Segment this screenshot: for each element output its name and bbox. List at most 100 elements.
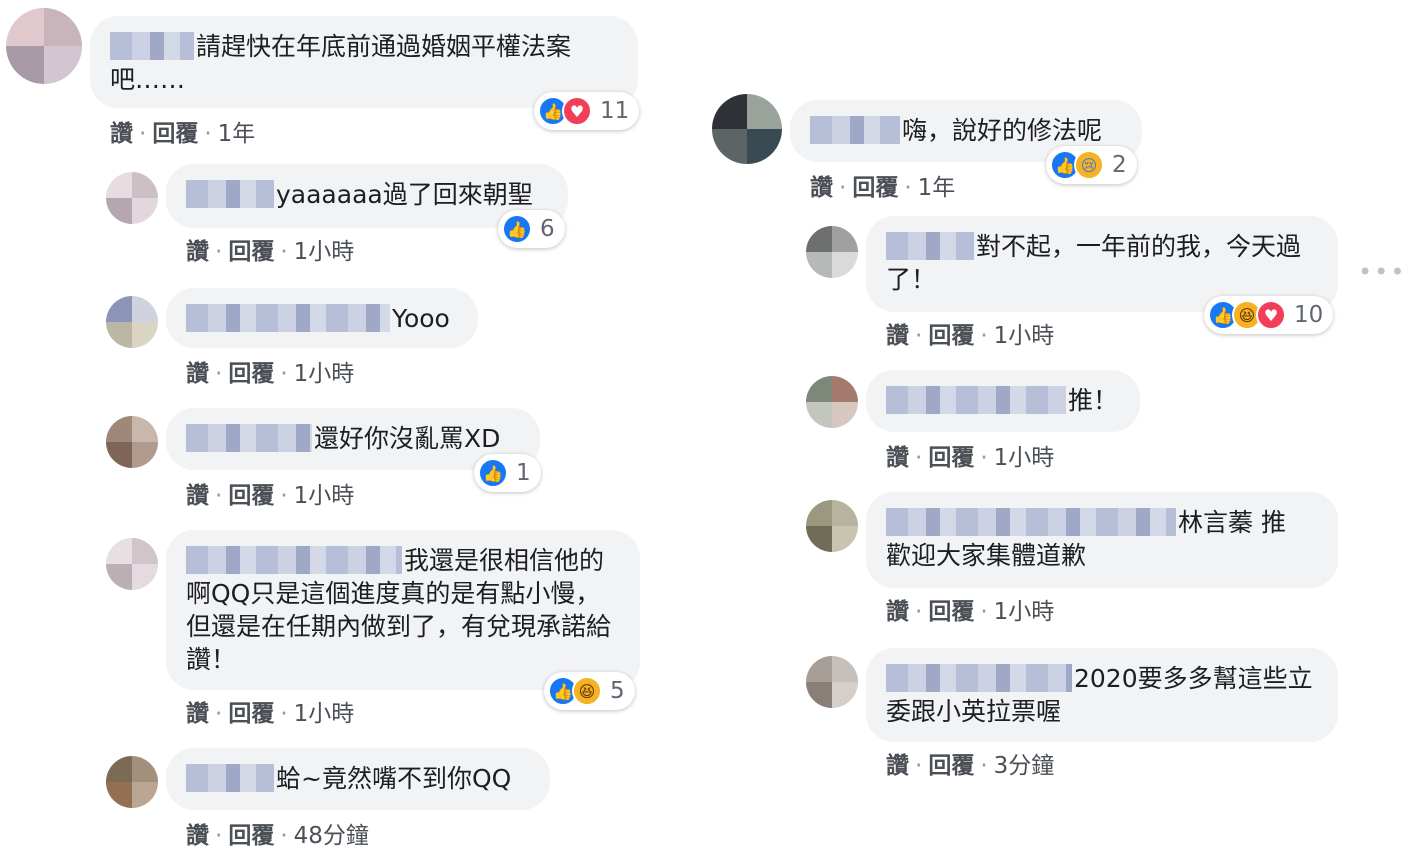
like-icon: 👍 <box>478 458 508 488</box>
like-link[interactable]: 讚 <box>886 445 909 471</box>
timestamp[interactable]: 1小時 <box>294 361 355 387</box>
like-link[interactable]: 讚 <box>186 361 209 387</box>
love-icon: ♥ <box>1256 300 1286 330</box>
comment-actions: 讚 · 回覆 · 1年 <box>810 175 956 201</box>
avatar[interactable] <box>6 8 82 84</box>
avatar[interactable] <box>106 296 158 348</box>
like-link[interactable]: 讚 <box>186 483 209 509</box>
reactions-summary[interactable]: 👍 6 <box>498 210 565 248</box>
commenter-name[interactable] <box>186 180 274 208</box>
comment-text: 對不起，一年前的我，今天過了！ <box>886 232 1302 294</box>
avatar[interactable] <box>712 94 782 164</box>
avatar[interactable] <box>106 756 158 808</box>
timestamp[interactable]: 1小時 <box>294 701 355 727</box>
comment-text: yaaaaaa過了回來朝聖 <box>186 178 548 211</box>
commenter-name[interactable] <box>886 508 1176 536</box>
comment-text: 我還是很相信他的啊QQ只是這個進度真的是有點小慢，但還是在任期內做到了，有兌現承… <box>186 546 612 674</box>
comment-text: 嗨，說好的修法呢 <box>810 114 1122 147</box>
more-options-icon[interactable]: ••• <box>1358 258 1404 286</box>
like-link[interactable]: 讚 <box>886 753 909 779</box>
comment-actions: 讚 · 回覆 · 1小時 <box>186 239 355 265</box>
timestamp[interactable]: 1小時 <box>294 483 355 509</box>
like-link[interactable]: 讚 <box>886 599 909 625</box>
reactions-summary[interactable]: 👍 😆 5 <box>544 672 635 710</box>
reply-link[interactable]: 回覆 <box>852 175 898 201</box>
timestamp[interactable]: 1小時 <box>994 323 1055 349</box>
timestamp[interactable]: 1小時 <box>994 599 1055 625</box>
comment-text: 林言蓁 推 歡迎大家集體道歉 <box>886 508 1286 570</box>
haha-icon: 😆 <box>572 676 602 706</box>
avatar[interactable] <box>106 416 158 468</box>
timestamp[interactable]: 1年 <box>918 175 956 201</box>
avatar[interactable] <box>106 172 158 224</box>
comment-actions: 讚 · 回覆 · 3分鐘 <box>886 753 1055 779</box>
comment-actions: 讚 · 回覆 · 1小時 <box>886 323 1055 349</box>
reply-link[interactable]: 回覆 <box>928 445 974 471</box>
reaction-count: 10 <box>1294 302 1324 328</box>
comment-bubble: Yooo <box>166 288 478 348</box>
like-link[interactable]: 讚 <box>886 323 909 349</box>
timestamp[interactable]: 48分鐘 <box>294 823 369 849</box>
avatar[interactable] <box>806 500 858 552</box>
avatar[interactable] <box>806 656 858 708</box>
reply-link[interactable]: 回覆 <box>228 701 274 727</box>
commenter-name[interactable] <box>186 424 312 452</box>
commenter-name[interactable] <box>886 232 974 260</box>
like-icon: 👍 <box>502 214 532 244</box>
commenter-name[interactable] <box>810 116 900 144</box>
comment-actions: 讚 · 回覆 · 1小時 <box>886 445 1055 471</box>
commenter-name[interactable] <box>186 304 390 332</box>
reaction-count: 5 <box>610 678 625 704</box>
reply-link[interactable]: 回覆 <box>152 121 198 147</box>
commenter-name[interactable] <box>110 32 194 60</box>
reaction-count: 2 <box>1112 152 1127 178</box>
comment-actions: 讚 · 回覆 · 1小時 <box>186 701 355 727</box>
comment-actions: 讚 · 回覆 · 1小時 <box>186 361 355 387</box>
avatar[interactable] <box>806 226 858 278</box>
commenter-name[interactable] <box>186 546 402 574</box>
timestamp[interactable]: 1年 <box>218 121 256 147</box>
comment-text: 還好你沒亂罵XD <box>186 422 520 455</box>
comment-text: 推！ <box>886 384 1120 417</box>
reply-link[interactable]: 回覆 <box>928 323 974 349</box>
like-link[interactable]: 讚 <box>186 823 209 849</box>
reactions-summary[interactable]: 👍 ♥ 11 <box>534 92 640 130</box>
reply-link[interactable]: 回覆 <box>228 483 274 509</box>
reply-link[interactable]: 回覆 <box>928 753 974 779</box>
reactions-summary[interactable]: 👍 1 <box>474 454 541 492</box>
commenter-name[interactable] <box>186 764 274 792</box>
comment-bubble: 2020要多多幫這些立委跟小英拉票喔 <box>866 648 1338 742</box>
comment-text: 2020要多多幫這些立委跟小英拉票喔 <box>886 664 1313 726</box>
like-link[interactable]: 讚 <box>810 175 833 201</box>
reaction-count: 11 <box>600 98 630 124</box>
like-link[interactable]: 讚 <box>186 239 209 265</box>
timestamp[interactable]: 1小時 <box>994 445 1055 471</box>
reply-link[interactable]: 回覆 <box>228 823 274 849</box>
reactions-summary[interactable]: 👍 😢 2 <box>1046 146 1137 184</box>
reply-link[interactable]: 回覆 <box>228 361 274 387</box>
love-icon: ♥ <box>562 96 592 126</box>
like-link[interactable]: 讚 <box>186 701 209 727</box>
comment-bubble: 蛤~竟然嘴不到你QQ <box>166 748 550 810</box>
reply-link[interactable]: 回覆 <box>228 239 274 265</box>
reactions-summary[interactable]: 👍 😆 ♥ 10 <box>1204 296 1334 334</box>
comment-actions: 讚 · 回覆 · 1年 <box>110 121 256 147</box>
timestamp[interactable]: 1小時 <box>294 239 355 265</box>
avatar[interactable] <box>806 376 858 428</box>
comment-actions: 讚 · 回覆 · 1小時 <box>186 483 355 509</box>
like-link[interactable]: 讚 <box>110 121 133 147</box>
timestamp[interactable]: 3分鐘 <box>994 753 1055 779</box>
sad-icon: 😢 <box>1074 150 1104 180</box>
comment-actions: 讚 · 回覆 · 1小時 <box>886 599 1055 625</box>
comment-bubble: 推！ <box>866 370 1140 432</box>
comment-text: 蛤~竟然嘴不到你QQ <box>186 762 530 795</box>
commenter-name[interactable] <box>886 664 1072 692</box>
reaction-count: 1 <box>516 460 531 486</box>
avatar[interactable] <box>106 538 158 590</box>
reaction-count: 6 <box>540 216 555 242</box>
comment-bubble: 林言蓁 推 歡迎大家集體道歉 <box>866 492 1338 588</box>
reply-link[interactable]: 回覆 <box>928 599 974 625</box>
comment-bubble: 我還是很相信他的啊QQ只是這個進度真的是有點小慢，但還是在任期內做到了，有兌現承… <box>166 530 640 690</box>
comment-actions: 讚 · 回覆 · 48分鐘 <box>186 823 369 849</box>
commenter-name[interactable] <box>886 386 1066 414</box>
